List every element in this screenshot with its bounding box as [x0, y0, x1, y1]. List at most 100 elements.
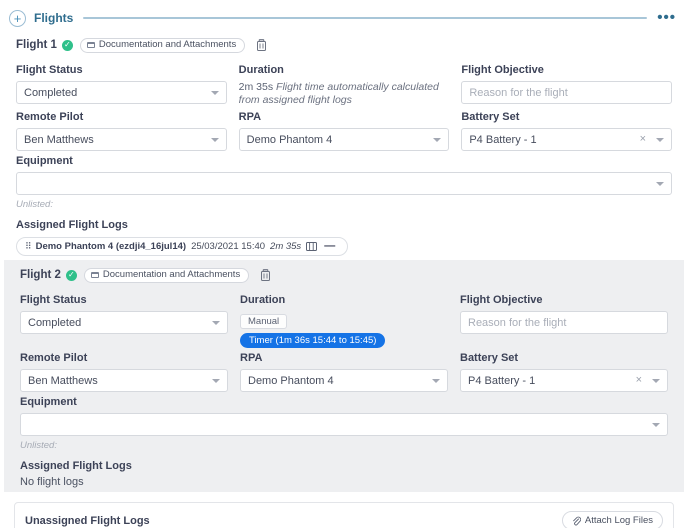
unassigned-title: Unassigned Flight Logs: [25, 515, 150, 527]
chevron-down-icon[interactable]: [656, 138, 664, 142]
chevron-down-icon[interactable]: [432, 379, 440, 383]
equipment-label-2: Equipment: [20, 396, 668, 408]
trash-icon: [256, 39, 267, 51]
trash-icon: [260, 269, 271, 281]
remote-pilot-value-2: Ben Matthews: [28, 375, 208, 387]
flight-2-header: Flight 2 ✓ Documentation and Attachments: [20, 266, 668, 284]
flight-2-equipment-wrap: Equipment Unlisted:: [20, 396, 668, 451]
add-flight-label: +: [14, 12, 22, 25]
documentation-and-attachments-button-1[interactable]: Documentation and Attachments: [80, 38, 245, 53]
flight-1-battery-col: Battery Set P4 Battery - 1 ×: [461, 107, 672, 151]
chevron-down-icon[interactable]: [652, 379, 660, 383]
flights-page: + Flights ••• Flight 1 ✓ Documentation a…: [0, 0, 688, 528]
chevron-down-icon[interactable]: [211, 138, 219, 142]
flight-1-header: Flight 1 ✓ Documentation and Attachments: [16, 36, 672, 54]
unlisted-label-2: Unlisted:: [20, 440, 668, 451]
equipment-select-1[interactable]: [16, 172, 672, 195]
rpa-label-2: RPA: [240, 352, 448, 364]
duration-value-1: 2m 35s: [239, 81, 273, 93]
chevron-down-icon[interactable]: [433, 138, 441, 142]
flight-status-value-1: Completed: [24, 87, 207, 99]
flight-2-battery-col: Battery Set P4 Battery - 1 ×: [460, 348, 668, 392]
equipment-label-1: Equipment: [16, 155, 672, 167]
remote-pilot-select-2[interactable]: Ben Matthews: [20, 369, 228, 392]
duration-label-2: Duration: [240, 294, 448, 306]
doc-chip-label-1: Documentation and Attachments: [99, 39, 236, 50]
flight-status-select-1[interactable]: Completed: [16, 81, 227, 104]
flights-section-header: + Flights •••: [0, 0, 688, 30]
flight-objective-placeholder-1: Reason for the flight: [469, 87, 567, 99]
flight-objective-placeholder-2: Reason for the flight: [468, 317, 566, 329]
flight-2-pilot-col: Remote Pilot Ben Matthews: [20, 348, 228, 392]
flight-2-rpa-col: RPA Demo Phantom 4: [240, 348, 448, 392]
chevron-down-icon[interactable]: [656, 182, 664, 186]
flight-status-value-2: Completed: [28, 317, 208, 329]
flight-1-fields-row-1: Flight Status Completed Duration 2m 35s …: [16, 60, 672, 107]
rpa-value-2: Demo Phantom 4: [248, 375, 428, 387]
manual-duration-button-2[interactable]: Manual: [240, 314, 287, 329]
delete-flight-button-1[interactable]: [255, 39, 267, 52]
flight-block-2: Flight 2 ✓ Documentation and Attachments…: [4, 260, 684, 492]
delete-flight-button-2[interactable]: [259, 269, 271, 282]
flight-objective-label-2: Flight Objective: [460, 294, 668, 306]
rpa-select-2[interactable]: Demo Phantom 4: [240, 369, 448, 392]
rpa-select-1[interactable]: Demo Phantom 4: [239, 128, 450, 151]
flight-block-1: Flight 1 ✓ Documentation and Attachments…: [0, 30, 688, 260]
flight-2-objective-col: Flight Objective Reason for the flight: [460, 290, 668, 348]
paperclip-icon: [572, 516, 581, 526]
documentation-and-attachments-button-2[interactable]: Documentation and Attachments: [84, 268, 249, 283]
battery-set-label-1: Battery Set: [461, 111, 672, 123]
duration-mode-group-2: Manual Timer (1m 36s 15:44 to 15:45): [240, 311, 448, 348]
folder-icon: [91, 272, 99, 278]
assigned-log-chip-1[interactable]: ⠿ Demo Phantom 4 (ezdji4_16jul14) 25/03/…: [16, 237, 348, 256]
flight-status-label-2: Flight Status: [20, 294, 228, 306]
chevron-down-icon[interactable]: [212, 321, 220, 325]
doc-chip-label-2: Documentation and Attachments: [103, 269, 240, 280]
flight-status-select-2[interactable]: Completed: [20, 311, 228, 334]
remote-pilot-label-2: Remote Pilot: [20, 352, 228, 364]
flight-2-status-col: Flight Status Completed: [20, 290, 228, 348]
flight-1-objective-col: Flight Objective Reason for the flight: [461, 60, 672, 107]
timer-duration-badge-2[interactable]: Timer (1m 36s 15:44 to 15:45): [240, 333, 385, 348]
header-divider: [83, 17, 647, 19]
chevron-down-icon[interactable]: [211, 91, 219, 95]
remote-pilot-select-1[interactable]: Ben Matthews: [16, 128, 227, 151]
battery-set-select-2[interactable]: P4 Battery - 1 ×: [460, 369, 668, 392]
page-title: Flights: [34, 11, 73, 25]
check-circle-icon: ✓: [66, 270, 77, 281]
rpa-value-1: Demo Phantom 4: [247, 134, 430, 146]
flight-objective-input-2[interactable]: Reason for the flight: [460, 311, 668, 334]
add-flight-button[interactable]: +: [9, 10, 26, 27]
clear-battery-set-icon[interactable]: ×: [640, 134, 646, 145]
folder-icon: [87, 42, 95, 48]
battery-set-select-1[interactable]: P4 Battery - 1 ×: [461, 128, 672, 151]
unassign-log-button-1[interactable]: —: [324, 241, 335, 252]
flight-objective-label-1: Flight Objective: [461, 64, 672, 76]
view-log-button-1[interactable]: [306, 242, 317, 251]
flight-2-fields-row-1: Flight Status Completed Duration Manual …: [20, 290, 668, 348]
remote-pilot-value-1: Ben Matthews: [24, 134, 207, 146]
unassigned-card-header: Unassigned Flight Logs Attach Log Files: [15, 503, 673, 528]
flight-1-rpa-col: RPA Demo Phantom 4: [239, 107, 450, 151]
flight-objective-input-1[interactable]: Reason for the flight: [461, 81, 672, 104]
attach-log-files-label: Attach Log Files: [585, 515, 653, 526]
duration-label-1: Duration: [239, 64, 450, 76]
log-datetime-1: 25/03/2021 15:40: [191, 241, 265, 252]
clear-battery-set-icon[interactable]: ×: [636, 375, 642, 386]
unassigned-flight-logs-card: Unassigned Flight Logs Attach Log Files …: [14, 502, 674, 528]
drag-grip-icon[interactable]: ⠿: [25, 241, 31, 252]
log-name-1: Demo Phantom 4 (ezdji4_16jul14): [36, 241, 186, 252]
log-duration-1: 2m 35s: [270, 241, 301, 252]
chevron-down-icon[interactable]: [212, 379, 220, 383]
chevron-down-icon[interactable]: [652, 423, 660, 427]
flight-1-fields-row-2: Remote Pilot Ben Matthews RPA Demo Phant…: [16, 107, 672, 151]
flight-1-pilot-col: Remote Pilot Ben Matthews: [16, 107, 227, 151]
duration-readout-1: 2m 35s Flight time automatically calcula…: [239, 81, 450, 107]
overflow-menu-button[interactable]: •••: [657, 15, 678, 21]
flight-2-label: Flight 2: [20, 269, 61, 281]
flight-2-duration-col: Duration Manual Timer (1m 36s 15:44 to 1…: [240, 290, 448, 348]
flight-1-label: Flight 1: [16, 39, 57, 51]
unlisted-label-1: Unlisted:: [16, 199, 672, 210]
attach-log-files-button[interactable]: Attach Log Files: [562, 511, 663, 528]
equipment-select-2[interactable]: [20, 413, 668, 436]
